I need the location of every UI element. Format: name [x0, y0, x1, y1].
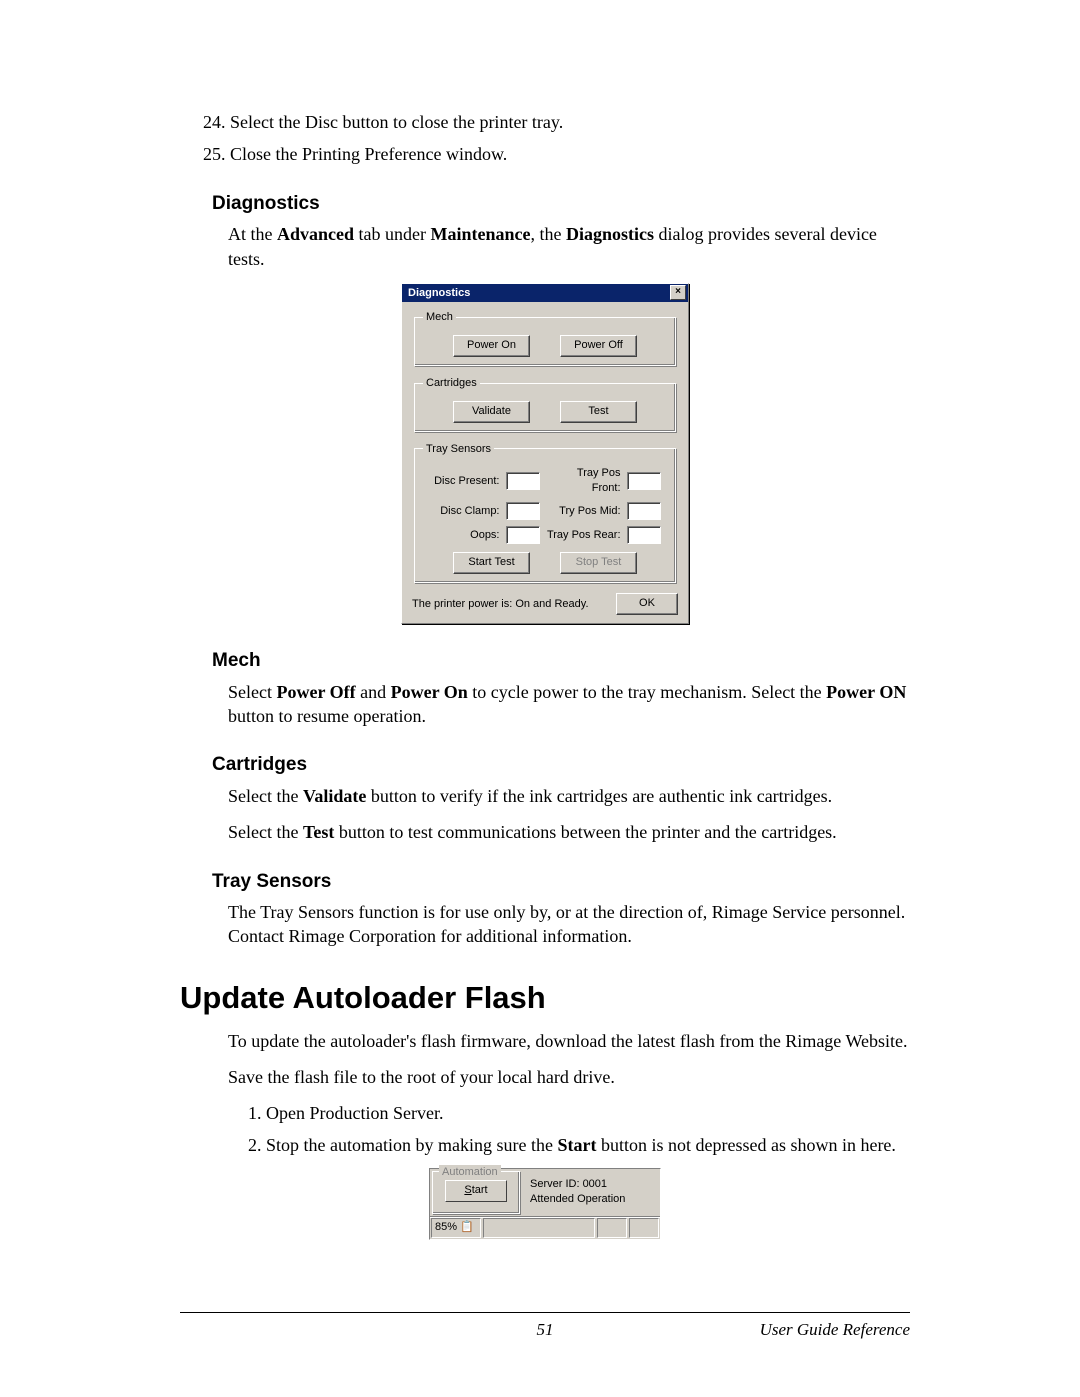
text: Select the [228, 786, 303, 806]
percent-value: 85% [435, 1221, 457, 1233]
heading-update-autoloader: Update Autoloader Flash [180, 977, 910, 1019]
heading-cartridges: Cartridges [212, 752, 910, 778]
bold-text: Start [557, 1135, 596, 1155]
text: and [356, 682, 391, 702]
step-item: Select the Disc button to close the prin… [230, 110, 910, 134]
bold-text: Validate [303, 786, 366, 806]
oops-field [506, 526, 540, 544]
text: , the [530, 224, 566, 244]
text: button to verify if the ink cartridges a… [366, 786, 832, 806]
bold-text: Power ON [826, 682, 906, 702]
server-id: Server ID: 0001 [530, 1177, 656, 1192]
update-p1: To update the autoloader's flash firmwar… [228, 1029, 910, 1053]
stop-test-button[interactable]: Stop Test [560, 552, 637, 574]
automation-panel: Automation Start Server ID: 0001 Attende… [429, 1168, 661, 1240]
cartridges-group: Cartridges Validate Test [414, 376, 676, 432]
step-text: Select the Disc button to close the prin… [230, 112, 563, 132]
text: button is not depressed as shown in here… [596, 1135, 895, 1155]
status-bar: 85% 📋 [430, 1216, 660, 1239]
automation-start-button[interactable]: Start [445, 1180, 507, 1202]
validate-button[interactable]: Validate [453, 401, 530, 423]
text: Select the [228, 822, 303, 842]
dialog-titlebar: Diagnostics × [402, 284, 688, 302]
disc-present-label: Disc Present: [430, 474, 500, 489]
step-text: Close the Printing Preference window. [230, 144, 507, 164]
dialog-title: Diagnostics [408, 284, 470, 302]
bold-text: Advanced [277, 224, 354, 244]
disc-clamp-label: Disc Clamp: [430, 504, 500, 519]
mech-paragraph: Select Power Off and Power On to cycle p… [228, 680, 910, 729]
pos-mid-field [627, 502, 661, 520]
bold-text: Diagnostics [566, 224, 654, 244]
disc-present-field [506, 472, 540, 490]
ok-button[interactable]: OK [616, 593, 678, 615]
mech-legend: Mech [423, 310, 456, 325]
operation-mode: Attended Operation [530, 1192, 656, 1207]
start-test-button[interactable]: Start Test [453, 552, 530, 574]
diagnostics-dialog: Diagnostics × Mech Power On Power Off Ca… [401, 283, 689, 624]
footer-reference: User Guide Reference [760, 1319, 910, 1342]
pos-rear-label: Tray Pos Rear: [546, 528, 621, 543]
test-button[interactable]: Test [560, 401, 637, 423]
text: Stop the automation by making sure the [266, 1135, 557, 1155]
oops-label: Oops: [430, 528, 500, 543]
tray-sensors-group: Tray Sensors Disc Present: Tray Pos Fron… [414, 442, 676, 584]
cartridges-p1: Select the Validate button to verify if … [228, 784, 910, 808]
automation-info: Server ID: 0001 Attended Operation [528, 1171, 658, 1214]
bold-text: Power Off [276, 682, 355, 702]
underline: S [464, 1184, 471, 1196]
update-p2: Save the flash file to the root of your … [228, 1065, 910, 1089]
text: tab under [354, 224, 430, 244]
disc-clamp-field [506, 502, 540, 520]
text: to cycle power to the tray mechanism. Se… [468, 682, 826, 702]
bold-text: Test [303, 822, 334, 842]
heading-tray-sensors: Tray Sensors [212, 869, 910, 895]
pos-rear-field [627, 526, 661, 544]
update-steps: Open Production Server. Stop the automat… [236, 1101, 910, 1158]
update-step: Open Production Server. [266, 1101, 910, 1125]
text: button to resume operation. [228, 706, 426, 726]
cartridges-p2: Select the Test button to test communica… [228, 820, 910, 844]
text: button to test communications between th… [334, 822, 836, 842]
power-off-button[interactable]: Power Off [560, 335, 637, 357]
heading-diagnostics: Diagnostics [212, 191, 910, 217]
step-list: Select the Disc button to close the prin… [180, 110, 910, 167]
heading-mech: Mech [212, 648, 910, 674]
diagnostics-intro: At the Advanced tab under Maintenance, t… [228, 222, 910, 271]
tray-sensors-paragraph: The Tray Sensors function is for use onl… [228, 900, 910, 949]
text: Open Production Server. [266, 1103, 443, 1123]
text: At the [228, 224, 277, 244]
bold-text: Power On [391, 682, 468, 702]
mech-group: Mech Power On Power Off [414, 310, 676, 366]
tray-sensors-legend: Tray Sensors [423, 442, 494, 457]
page-footer: 51 User Guide Reference [180, 1312, 910, 1342]
cartridges-legend: Cartridges [423, 376, 480, 391]
bold-text: Maintenance [431, 224, 531, 244]
step-item: Close the Printing Preference window. [230, 142, 910, 166]
power-on-button[interactable]: Power On [453, 335, 530, 357]
pos-front-label: Tray Pos Front: [546, 466, 621, 496]
update-step: Stop the automation by making sure the S… [266, 1133, 910, 1157]
clipboard-icon: 📋 [460, 1221, 474, 1233]
automation-group: Automation Start [432, 1171, 520, 1214]
dialog-status: The printer power is: On and Ready. [412, 597, 589, 612]
pos-front-field [627, 472, 661, 490]
automation-legend: Automation [439, 1165, 501, 1180]
close-icon[interactable]: × [670, 285, 686, 300]
pos-mid-label: Try Pos Mid: [546, 504, 621, 519]
text: Select [228, 682, 276, 702]
